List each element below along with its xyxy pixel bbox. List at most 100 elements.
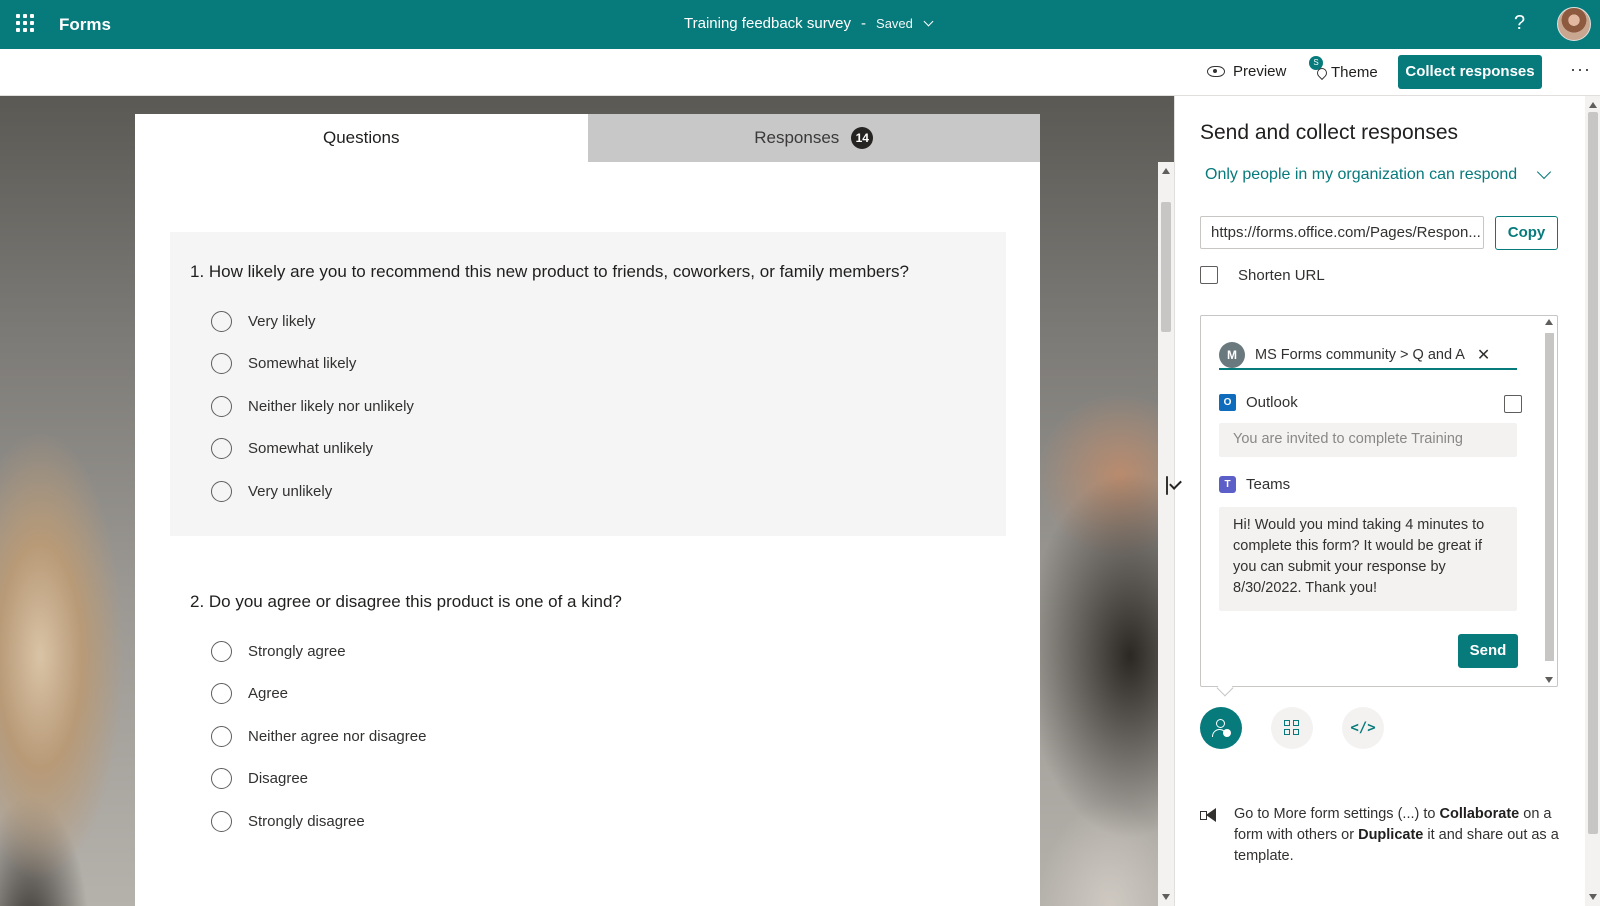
scroll-up-icon[interactable] <box>1589 102 1597 108</box>
form-title-menu[interactable]: Training feedback survey - Saved <box>684 15 934 32</box>
scroll-down-icon[interactable] <box>1589 894 1597 900</box>
share-people-icon <box>1211 718 1231 738</box>
radio-button[interactable] <box>211 683 232 705</box>
option-label: Agree <box>248 685 289 703</box>
teams-label: Teams <box>1246 476 1291 493</box>
responses-count-badge: 14 <box>851 127 874 149</box>
share-people-button[interactable] <box>1200 707 1242 749</box>
option-disagree[interactable]: Disagree <box>190 758 986 801</box>
radio-button[interactable] <box>211 395 232 417</box>
permission-label: Only people in my organization can respo… <box>1205 166 1518 183</box>
option-label: Neither agree nor disagree <box>248 727 427 745</box>
share-invite-box: M MS Forms community > Q and A ✕ O Outlo… <box>1166 315 1558 687</box>
radio-button[interactable] <box>211 438 232 460</box>
option-neither-agree[interactable]: Neither agree nor disagree <box>190 715 986 758</box>
option-label: Very unlikely <box>248 482 333 500</box>
option-somewhat-likely[interactable]: Somewhat likely <box>190 343 986 386</box>
radio-button[interactable] <box>211 810 232 832</box>
option-label: Disagree <box>248 770 309 788</box>
recipient-input[interactable]: M MS Forms community > Q and A ✕ <box>1219 342 1517 370</box>
shorten-url-label: Shorten URL <box>1238 266 1325 284</box>
form-tabs: Questions Responses 14 <box>135 114 1040 162</box>
command-bar: Preview S Theme Collect responses ··· <box>0 49 1600 96</box>
copy-button[interactable]: Copy <box>1495 216 1558 250</box>
question-2[interactable]: 2. Do you agree or disagree this product… <box>170 562 1006 882</box>
tab-questions-label: Questions <box>322 128 400 147</box>
avatar[interactable] <box>1557 7 1591 41</box>
theme-label: Theme <box>1331 63 1378 81</box>
outlook-label: Outlook <box>1246 394 1298 411</box>
form-url-field[interactable]: https://forms.office.com/Pages/Respon... <box>1200 216 1484 249</box>
tab-responses[interactable]: Responses 14 <box>587 114 1040 162</box>
embed-code-button[interactable]: </> <box>1342 707 1384 749</box>
shorten-url-option[interactable]: Shorten URL <box>1200 266 1325 284</box>
scrollbar-thumb[interactable] <box>1588 112 1598 834</box>
teams-checkbox[interactable] <box>1166 476 1168 495</box>
recipient-name: MS Forms community > Q and A <box>1255 347 1465 363</box>
form-canvas: 1. How likely are you to recommend this … <box>135 162 1040 906</box>
question-1[interactable]: 1. How likely are you to recommend this … <box>170 232 1006 536</box>
scrollbar-thumb[interactable] <box>1161 202 1171 332</box>
scrollbar-thumb[interactable] <box>1545 333 1554 661</box>
outlook-checkbox[interactable] <box>1504 395 1522 413</box>
theme-icon: S <box>1309 56 1330 81</box>
close-icon[interactable]: ✕ <box>1477 345 1490 365</box>
scroll-down-icon[interactable] <box>1545 677 1553 683</box>
radio-button[interactable] <box>211 310 232 332</box>
option-label: Strongly agree <box>248 642 346 660</box>
collect-responses-button[interactable]: Collect responses <box>1398 55 1542 89</box>
teams-icon: T <box>1219 476 1236 493</box>
option-strongly-agree[interactable]: Strongly agree <box>190 630 986 673</box>
scroll-down-icon[interactable] <box>1162 894 1170 900</box>
permission-dropdown[interactable]: Only people in my organization can respo… <box>1205 164 1552 184</box>
send-button[interactable]: Send <box>1458 634 1518 668</box>
app-name[interactable]: Forms <box>59 15 111 35</box>
outlook-message-input[interactable]: You are invited to complete Training <box>1219 423 1517 457</box>
qr-code-button[interactable] <box>1271 707 1313 749</box>
option-neither-likely[interactable]: Neither likely nor unlikely <box>190 385 986 428</box>
option-label: Very likely <box>248 312 316 330</box>
help-icon[interactable]: ? <box>1514 12 1525 35</box>
question-title: 1. How likely are you to recommend this … <box>190 262 909 281</box>
option-agree[interactable]: Agree <box>190 673 986 716</box>
form-title[interactable]: Training feedback survey <box>684 15 851 32</box>
radio-button[interactable] <box>211 640 232 662</box>
option-strongly-disagree[interactable]: Strongly disagree <box>190 800 986 843</box>
radio-button[interactable] <box>211 480 232 502</box>
qr-code-icon <box>1284 720 1300 736</box>
radio-button[interactable] <box>211 768 232 790</box>
recipient-avatar: M <box>1219 342 1245 368</box>
option-somewhat-unlikely[interactable]: Somewhat unlikely <box>190 428 986 471</box>
collaborate-tip: Go to More form settings (...) to Collab… <box>1200 804 1560 867</box>
option-label: Somewhat likely <box>248 355 357 373</box>
app-launcher-icon[interactable] <box>16 14 34 32</box>
share-box-scrollbar[interactable] <box>1543 319 1555 683</box>
option-label: Neither likely nor unlikely <box>248 397 414 415</box>
option-label: Strongly disagree <box>248 812 365 830</box>
tab-questions[interactable]: Questions <box>135 114 588 162</box>
radio-button[interactable] <box>211 353 232 375</box>
scroll-up-icon[interactable] <box>1162 168 1170 174</box>
teams-channel: T Teams <box>1219 476 1290 493</box>
question-title: 2. Do you agree or disagree this product… <box>190 592 622 611</box>
chevron-down-icon <box>1537 164 1552 180</box>
option-very-likely[interactable]: Very likely <box>190 300 986 343</box>
option-very-unlikely[interactable]: Very unlikely <box>190 470 986 513</box>
chevron-down-icon[interactable] <box>923 16 934 27</box>
tip-text: Go to More form settings (...) to Collab… <box>1234 806 1559 864</box>
shorten-url-checkbox[interactable] <box>1200 266 1218 284</box>
panel-scrollbar[interactable] <box>1585 96 1600 906</box>
preview-button[interactable]: Preview <box>1207 63 1286 80</box>
panel-title: Send and collect responses <box>1200 121 1458 144</box>
teams-message-input[interactable]: Hi! Would you mind taking 4 minutes to c… <box>1219 507 1517 611</box>
eye-icon <box>1207 66 1225 77</box>
outlook-channel: O Outlook <box>1219 394 1298 411</box>
scroll-up-icon[interactable] <box>1545 319 1553 325</box>
canvas-scrollbar[interactable] <box>1158 162 1174 906</box>
theme-button[interactable]: S Theme <box>1309 56 1378 81</box>
radio-button[interactable] <box>211 725 232 747</box>
option-label: Somewhat unlikely <box>248 440 374 458</box>
send-responses-panel: Send and collect responses Only people i… <box>1166 96 1600 906</box>
separator: - <box>861 15 867 32</box>
more-icon[interactable]: ··· <box>1570 59 1591 80</box>
